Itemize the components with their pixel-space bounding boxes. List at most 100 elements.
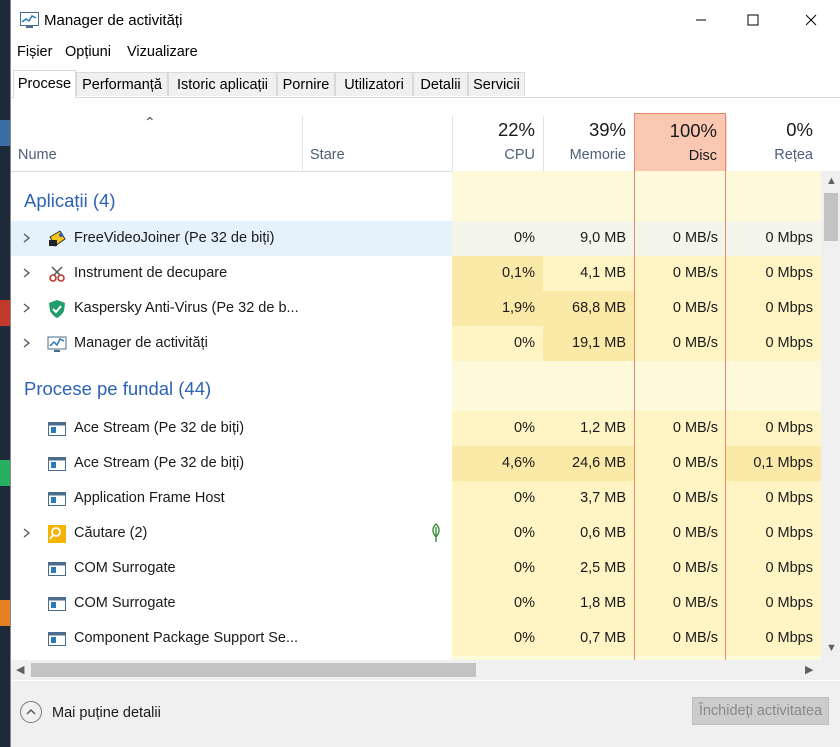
process-name: FreeVideoJoiner (Pe 32 de biți) xyxy=(74,230,275,246)
chevron-right-icon[interactable] xyxy=(21,265,33,281)
process-row[interactable]: Component Package Support Se... 0% 0,7 M… xyxy=(11,621,821,656)
disk-column-border-right xyxy=(725,171,726,660)
scroll-up-icon[interactable]: ▲ xyxy=(826,175,837,187)
process-row[interactable]: Application Frame Host 0% 3,7 MB 0 MB/s … xyxy=(11,481,821,516)
disk-column-border-left xyxy=(634,171,635,660)
group-header-apps[interactable]: Aplicații (4) xyxy=(11,183,821,218)
vertical-scrollbar[interactable]: ▲ ▼ xyxy=(821,171,840,660)
process-row[interactable]: Manager de activități 0% 19,1 MB 0 MB/s … xyxy=(11,326,821,361)
tab-services[interactable]: Servicii xyxy=(468,72,525,96)
fewer-details-icon[interactable] xyxy=(20,701,42,723)
maximize-button[interactable] xyxy=(725,0,781,40)
vertical-scroll-thumb[interactable] xyxy=(824,193,838,241)
cpu-cell: 0% xyxy=(452,586,543,621)
process-row[interactable]: Instrument de decupare 0,1% 4,1 MB 0 MB/… xyxy=(11,256,821,291)
task-manager-icon xyxy=(20,12,39,28)
cpu-cell: 4,6% xyxy=(452,446,543,481)
process-window-icon xyxy=(48,422,66,436)
process-name: Ace Stream (Pe 32 de biți) xyxy=(74,455,245,471)
process-name: COM Surrogate xyxy=(74,595,176,611)
network-cell: 0 Mbps xyxy=(726,221,821,256)
header-name[interactable]: ⌃ Nume xyxy=(11,114,302,171)
tab-startup[interactable]: Pornire xyxy=(277,72,335,96)
cpu-cell: 0% xyxy=(452,621,543,656)
header-cpu-label: CPU xyxy=(504,147,535,163)
network-cell: 0 Mbps xyxy=(726,481,821,516)
header-network[interactable]: 0% Rețea xyxy=(726,116,821,171)
tab-bar: Procese Performanță Istoric aplicații Po… xyxy=(11,70,840,98)
network-cell: 0 Mbps xyxy=(726,586,821,621)
process-row[interactable]: Ace Stream (Pe 32 de biți) 4,6% 24,6 MB … xyxy=(11,446,821,481)
disk-cell: 0 MB/s xyxy=(634,411,726,446)
memory-cell: 24,6 MB xyxy=(543,446,634,481)
memory-cell: 68,8 MB xyxy=(543,291,634,326)
process-window-icon xyxy=(48,562,66,576)
chevron-right-icon[interactable] xyxy=(21,335,33,351)
process-name: Ace Stream (Pe 32 de biți) xyxy=(74,420,245,436)
scroll-right-icon[interactable]: ▶ xyxy=(805,663,813,676)
scroll-down-icon[interactable]: ▼ xyxy=(826,642,837,654)
tab-performance[interactable]: Performanță xyxy=(76,72,168,96)
group-background-label: Procese pe fundal (44) xyxy=(24,378,212,399)
disk-cell: 0 MB/s xyxy=(634,221,726,256)
tab-app-history[interactable]: Istoric aplicații xyxy=(168,72,277,96)
kaspersky-shield-icon xyxy=(49,300,65,318)
memory-cell: 2,5 MB xyxy=(543,551,634,586)
disk-cell: 0 MB/s xyxy=(634,326,726,361)
tab-processes[interactable]: Procese xyxy=(13,70,76,98)
header-memory-percent: 39% xyxy=(588,119,626,140)
cpu-cell: 0% xyxy=(452,411,543,446)
end-task-button[interactable]: Închideți activitatea xyxy=(692,697,829,725)
header-disk[interactable]: 100% Disc xyxy=(634,113,726,171)
process-window-icon xyxy=(48,632,66,646)
process-row[interactable]: COM Surrogate 0% 1,8 MB 0 MB/s 0 Mbps xyxy=(11,586,821,621)
network-cell: 0 Mbps xyxy=(726,291,821,326)
header-disk-percent: 100% xyxy=(669,120,717,141)
disk-cell: 0 MB/s xyxy=(634,516,726,551)
process-window-icon xyxy=(48,457,66,471)
chevron-right-icon[interactable] xyxy=(21,525,33,541)
process-row[interactable]: Ace Stream (Pe 32 de biți) 0% 1,2 MB 0 M… xyxy=(11,411,821,446)
header-network-label: Rețea xyxy=(774,147,813,163)
close-button[interactable] xyxy=(783,0,839,40)
process-name: Component Package Support Se... xyxy=(74,630,299,646)
scroll-left-icon[interactable]: ◀ xyxy=(16,663,24,676)
header-memory[interactable]: 39% Memorie xyxy=(543,116,634,171)
task-manager-window: Manager de activități Fișier Opțiuni Viz… xyxy=(10,0,840,747)
menu-view[interactable]: Vizualizare xyxy=(127,44,198,60)
title-bar: Manager de activități xyxy=(11,0,840,40)
cpu-cell: 0% xyxy=(452,221,543,256)
memory-cell: 1,8 MB xyxy=(543,586,634,621)
process-window-icon xyxy=(48,492,66,506)
minimize-button[interactable] xyxy=(673,0,729,40)
network-cell: 0 Mbps xyxy=(726,551,821,586)
disk-cell: 0 MB/s xyxy=(634,551,726,586)
process-name: Kaspersky Anti-Virus (Pe 32 de b... xyxy=(74,300,299,316)
tab-details[interactable]: Detalii xyxy=(413,72,468,96)
process-window-icon xyxy=(48,597,66,611)
horizontal-scroll-thumb[interactable] xyxy=(31,663,476,677)
process-row[interactable]: FreeVideoJoiner (Pe 32 de biți) 0% 9,0 M… xyxy=(11,221,821,256)
process-name: Manager de activități xyxy=(74,335,208,351)
process-row[interactable]: Kaspersky Anti-Virus (Pe 32 de b... 1,9%… xyxy=(11,291,821,326)
group-header-background[interactable]: Procese pe fundal (44) xyxy=(11,371,821,406)
chevron-right-icon[interactable] xyxy=(21,300,33,316)
header-cpu[interactable]: 22% CPU xyxy=(452,116,543,171)
disk-cell: 0 MB/s xyxy=(634,481,726,516)
process-list: Aplicații (4) FreeVideoJoiner (Pe 32 de … xyxy=(11,171,821,660)
process-row[interactable]: Căutare (2) 0% 0,6 MB 0 MB/s 0 Mbps xyxy=(11,516,821,551)
footer: Mai puține detalii Închideți activitatea xyxy=(11,681,840,747)
fewer-details-link[interactable]: Mai puține detalii xyxy=(52,705,161,721)
process-row[interactable]: COM Surrogate 0% 2,5 MB 0 MB/s 0 Mbps xyxy=(11,551,821,586)
network-cell: 0 Mbps xyxy=(726,326,821,361)
menu-file[interactable]: Fișier xyxy=(17,44,52,60)
header-disk-label: Disc xyxy=(688,148,717,164)
chevron-right-icon[interactable] xyxy=(21,230,33,246)
menu-options[interactable]: Opțiuni xyxy=(65,44,111,60)
tab-users[interactable]: Utilizatori xyxy=(335,72,413,96)
network-cell: 0 Mbps xyxy=(726,411,821,446)
minimize-icon xyxy=(696,19,706,21)
cpu-cell: 1,9% xyxy=(452,291,543,326)
horizontal-scrollbar[interactable]: ◀ ▶ xyxy=(11,660,840,680)
header-status[interactable]: Stare xyxy=(302,116,452,171)
